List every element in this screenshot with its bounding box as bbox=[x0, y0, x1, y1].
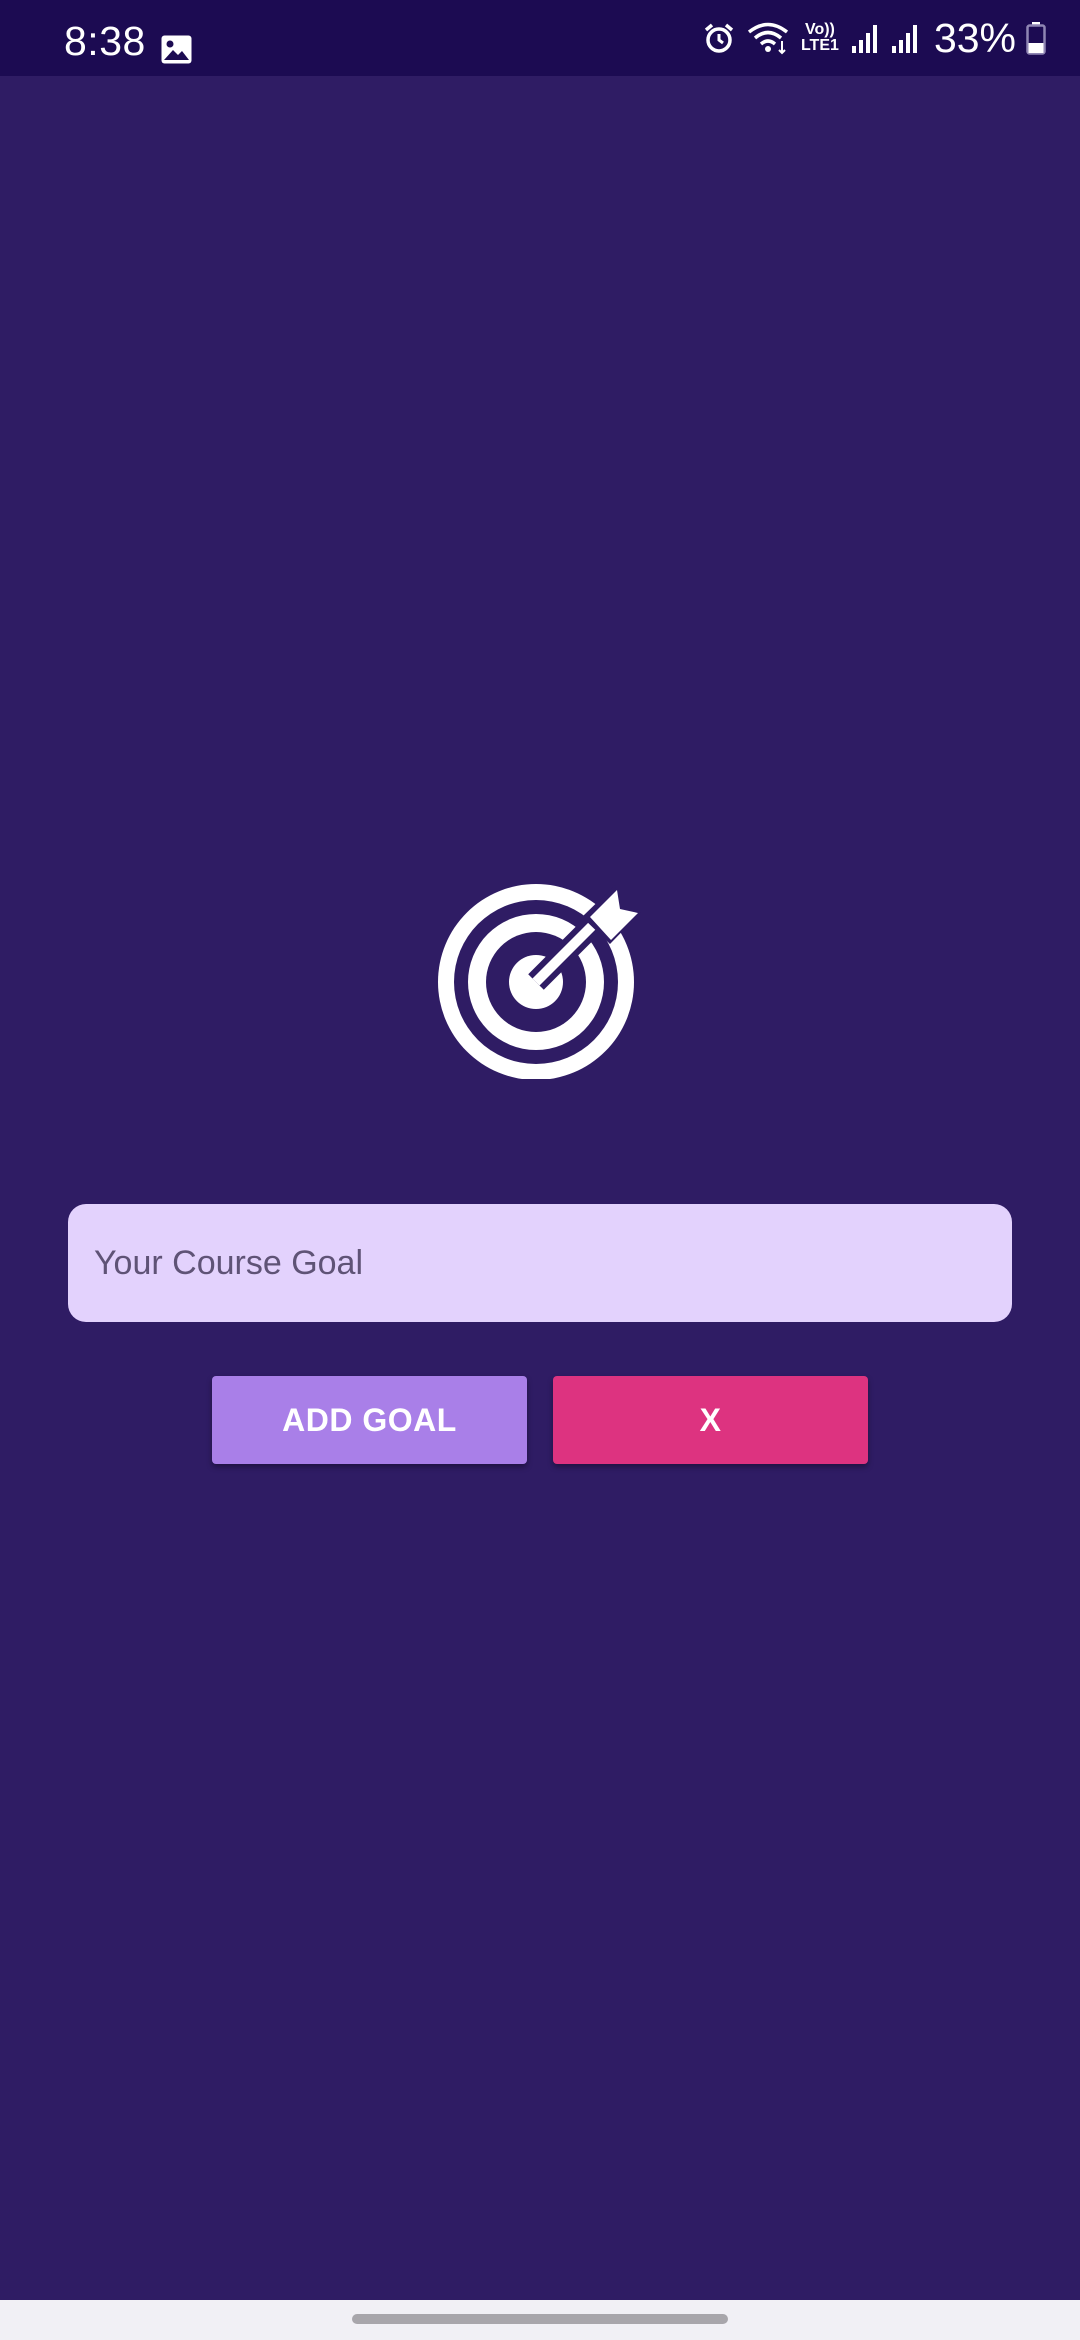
home-indicator[interactable] bbox=[352, 2314, 728, 2324]
signal-icon bbox=[891, 25, 917, 53]
add-goal-button[interactable]: ADD GOAL bbox=[212, 1376, 527, 1464]
battery-percentage: 33% bbox=[933, 14, 1016, 61]
cancel-button[interactable]: X bbox=[553, 1376, 868, 1464]
status-bar: 8:38 Vo)) LTE1 33% bbox=[0, 0, 1080, 76]
gallery-icon bbox=[161, 35, 192, 64]
navigation-bar bbox=[0, 2300, 1080, 2340]
alarm-icon bbox=[704, 23, 734, 53]
volte-label: Vo)) bbox=[804, 21, 835, 38]
status-time: 8:38 bbox=[64, 18, 146, 64]
status-icons: Vo)) LTE1 33% bbox=[702, 0, 1046, 76]
volte-indicator: Vo)) LTE1 bbox=[800, 22, 840, 54]
course-goal-input[interactable] bbox=[68, 1204, 1012, 1322]
lte-label: LTE1 bbox=[800, 37, 839, 54]
goal-input-screen bbox=[0, 76, 1080, 2300]
wifi-icon bbox=[747, 22, 789, 55]
target-arrow-icon bbox=[438, 884, 642, 1079]
signal-icon bbox=[851, 25, 877, 53]
battery-icon bbox=[1026, 22, 1046, 55]
